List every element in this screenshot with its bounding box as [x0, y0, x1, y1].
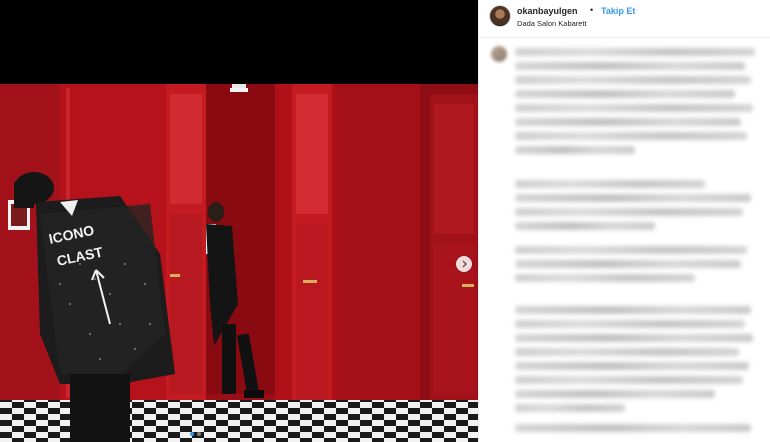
follow-button[interactable]: Takip Et [601, 6, 635, 16]
username-link[interactable]: okanbayulgen [517, 6, 578, 16]
blurred-text [515, 362, 749, 370]
blurred-text [515, 208, 743, 216]
blurred-text [515, 424, 751, 432]
blurred-text [515, 334, 753, 342]
post-sidebar: okanbayulgen • Takip Et Dada Salon Kabar… [478, 0, 770, 442]
header-separator: • [590, 5, 594, 15]
post-photo: ICONO CLAST [0, 84, 478, 442]
blurred-text [515, 76, 751, 84]
blurred-text [515, 274, 695, 282]
blurred-text [515, 348, 739, 356]
profile-avatar[interactable] [489, 5, 511, 27]
post-header: okanbayulgen • Takip Et Dada Salon Kabar… [479, 0, 770, 38]
blurred-text [515, 404, 625, 412]
blurred-text [515, 118, 741, 126]
comments-section-blurred [479, 40, 770, 442]
post-media: ICONO CLAST [0, 0, 478, 442]
carousel-dot [197, 432, 201, 436]
blurred-text [515, 260, 741, 268]
blurred-text [515, 146, 635, 154]
blurred-text [515, 48, 755, 56]
blurred-text [515, 62, 745, 70]
blurred-text [515, 132, 747, 140]
chevron-right-icon [462, 260, 467, 268]
instagram-post: ICONO CLAST okanbayulgen • Takip Et Dada… [0, 0, 770, 442]
carousel-next-button[interactable] [456, 256, 472, 272]
blurred-text [515, 104, 753, 112]
commenter-avatar [491, 46, 507, 62]
blurred-text [515, 390, 715, 398]
carousel-dot [204, 432, 208, 436]
carousel-dot [190, 432, 194, 436]
blurred-text [515, 180, 705, 188]
blurred-text [515, 222, 655, 230]
blurred-text [515, 194, 751, 202]
location-link[interactable]: Dada Salon Kabarett [517, 19, 587, 28]
carousel-dot [211, 432, 215, 436]
blurred-text [515, 376, 743, 384]
carousel-indicators [190, 432, 215, 436]
blurred-text [515, 246, 747, 254]
blurred-text [515, 320, 745, 328]
blurred-text [515, 306, 751, 314]
blurred-text [515, 90, 735, 98]
